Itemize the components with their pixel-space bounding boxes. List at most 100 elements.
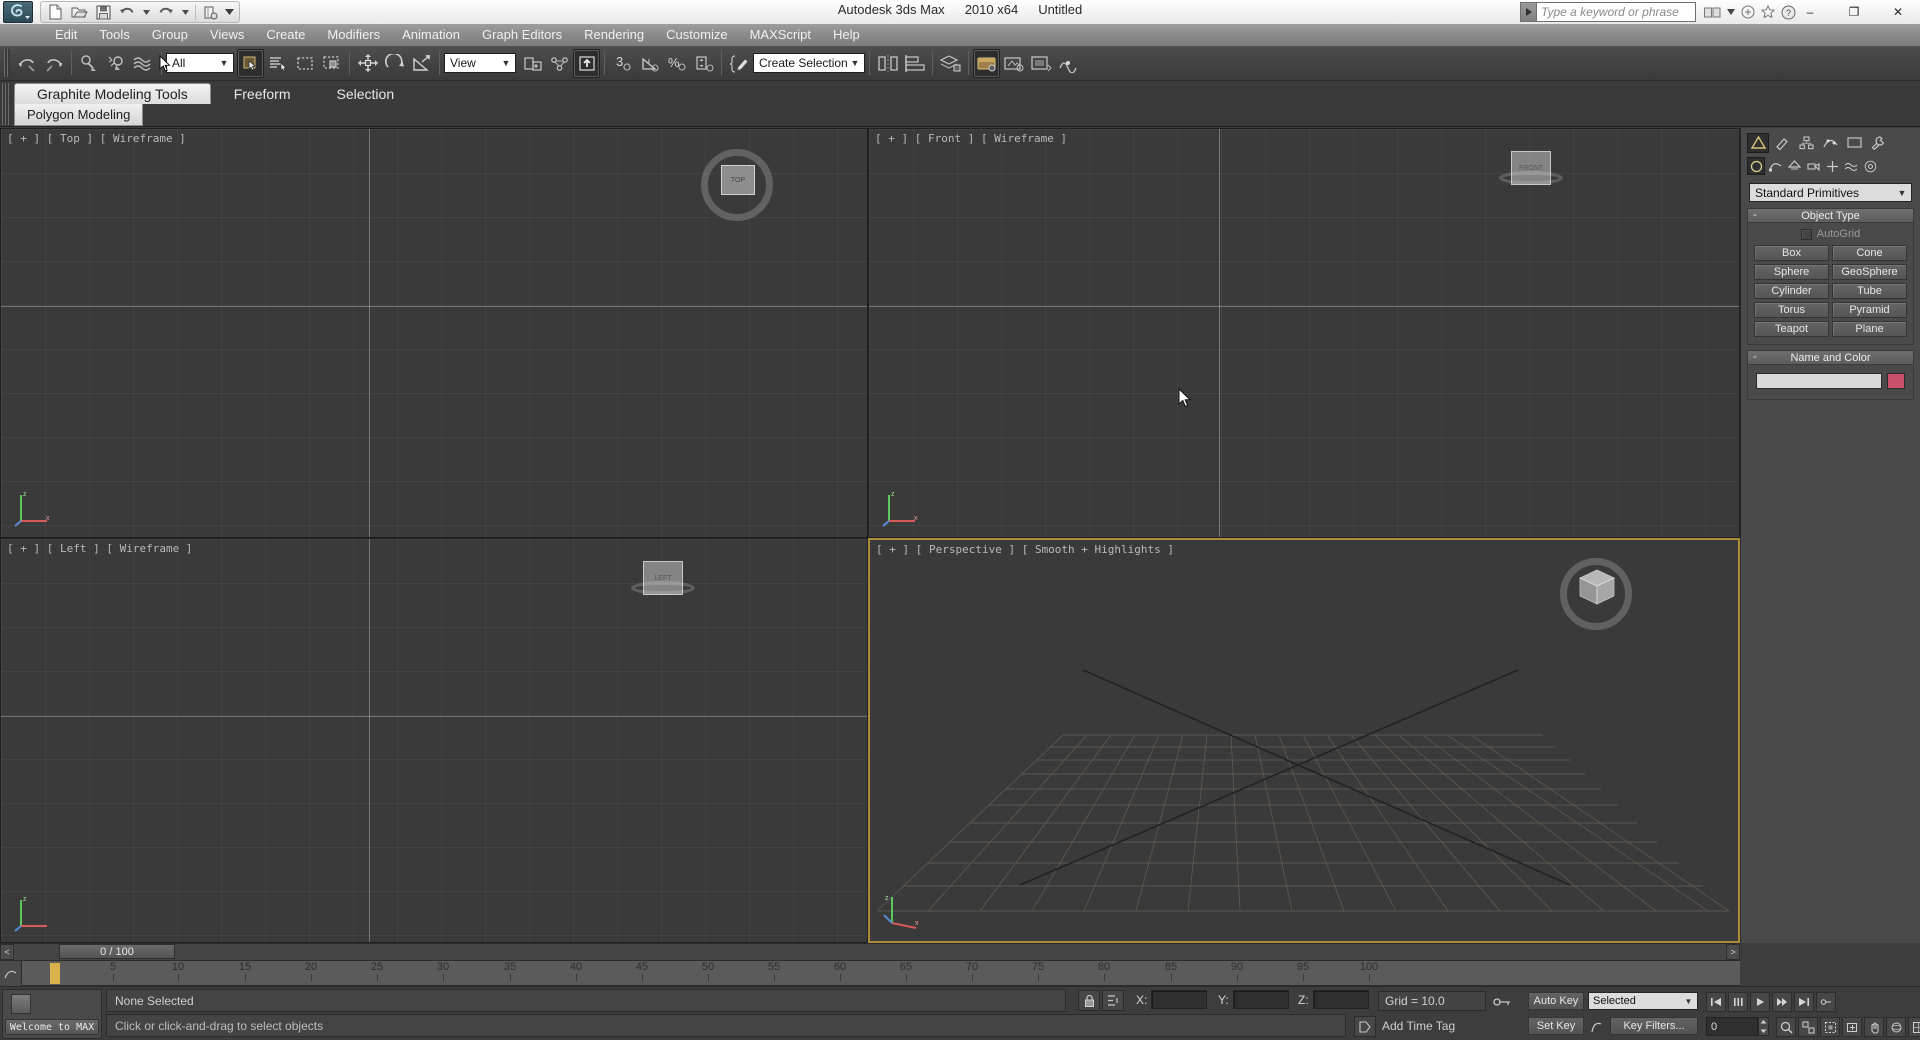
favorites-star-icon[interactable] xyxy=(1761,5,1775,19)
menu-item-edit[interactable]: Edit xyxy=(44,25,88,45)
motion-tab-icon[interactable] xyxy=(1819,133,1841,153)
add-time-tag-button[interactable] xyxy=(1354,1016,1376,1037)
set-key-button[interactable]: Set Key xyxy=(1528,1017,1584,1035)
absolute-mode-transform-type-in-button[interactable] xyxy=(1102,990,1124,1011)
rollout-collapse-icon[interactable]: - xyxy=(1753,351,1757,363)
search-expand-icon[interactable] xyxy=(1520,2,1536,22)
viewcube-front[interactable]: FRONT xyxy=(1489,151,1575,185)
subcategory-combo[interactable]: Standard Primitives ▼ xyxy=(1749,183,1912,202)
create-teapot-button[interactable]: Teapot xyxy=(1754,321,1829,337)
current-frame-spinner[interactable] xyxy=(1758,1017,1769,1036)
viewcube-left[interactable]: LEFT xyxy=(621,561,707,595)
pan-view-button[interactable] xyxy=(1864,1017,1884,1037)
zoom-region-button[interactable] xyxy=(1842,1017,1862,1037)
tab-graphite-modeling-tools[interactable]: Graphite Modeling Tools xyxy=(14,83,211,104)
menu-item-modifiers[interactable]: Modifiers xyxy=(316,25,391,45)
object-name-input[interactable] xyxy=(1756,373,1882,389)
animation-key-marker[interactable] xyxy=(50,963,60,984)
create-torus-button[interactable]: Torus xyxy=(1754,302,1829,318)
orbit-view-button[interactable] xyxy=(1886,1017,1906,1037)
modify-tab-icon[interactable] xyxy=(1771,133,1793,153)
object-color-swatch[interactable] xyxy=(1887,373,1905,389)
create-tube-button[interactable]: Tube xyxy=(1832,283,1907,299)
rollout-name-and-color-header[interactable]: - Name and Color xyxy=(1747,350,1914,365)
menu-item-customize[interactable]: Customize xyxy=(655,25,738,45)
search-dropdown-icon[interactable] xyxy=(1727,9,1735,15)
next-frame-button[interactable] xyxy=(1772,992,1792,1012)
menu-item-create[interactable]: Create xyxy=(255,25,316,45)
display-tab-icon[interactable] xyxy=(1843,133,1865,153)
layer-manager-icon[interactable] xyxy=(937,49,964,78)
systems-category-icon[interactable] xyxy=(1861,157,1879,175)
tab-freeform[interactable]: Freeform xyxy=(211,83,314,104)
play-animation-button[interactable] xyxy=(1750,992,1770,1012)
render-production-icon[interactable] xyxy=(1054,49,1081,78)
rollout-object-type-header[interactable]: - Object Type xyxy=(1747,208,1914,223)
viewcube-face-label[interactable]: TOP xyxy=(721,165,755,195)
viewcube-face-label[interactable]: LEFT xyxy=(643,561,683,595)
reference-coordinate-system-combo[interactable]: View ▼ xyxy=(444,53,516,73)
rollout-collapse-icon[interactable]: - xyxy=(1753,209,1757,221)
select-and-rotate-icon[interactable] xyxy=(381,49,408,78)
auto-key-button[interactable]: Auto Key xyxy=(1528,992,1584,1010)
zoom-all-button[interactable] xyxy=(1798,1017,1818,1037)
select-object-icon[interactable] xyxy=(237,48,264,78)
minimize-button[interactable]: – xyxy=(1788,0,1832,24)
key-mode-toggle-small-button[interactable] xyxy=(1816,992,1836,1012)
viewport-label-top[interactable]: [ + ] [ Top ] [ Wireframe ] xyxy=(7,132,186,145)
shapes-category-icon[interactable] xyxy=(1766,157,1784,175)
set-key-filters-toggle[interactable] xyxy=(1588,1017,1606,1035)
coordinate-y-input[interactable] xyxy=(1233,990,1289,1009)
named-selection-set-combo[interactable]: Create Selection Set ▼ xyxy=(753,53,865,73)
menu-item-graph-editors[interactable]: Graph Editors xyxy=(471,25,573,45)
add-time-tag-label[interactable]: Add Time Tag xyxy=(1382,1019,1455,1033)
search-input[interactable]: Type a keyword or phrase xyxy=(1536,2,1696,22)
menu-item-help[interactable]: Help xyxy=(822,25,871,45)
toolbar-gripper[interactable] xyxy=(4,49,10,77)
menu-item-group[interactable]: Group xyxy=(141,25,199,45)
edit-named-selection-sets-icon[interactable] xyxy=(726,49,753,78)
viewcube-cube-icon[interactable] xyxy=(1576,568,1618,608)
coordinate-z-input[interactable] xyxy=(1313,990,1369,1009)
rectangular-selection-region-icon[interactable] xyxy=(291,49,318,78)
current-frame-input[interactable]: 0 xyxy=(1706,1017,1758,1036)
select-and-move-icon[interactable] xyxy=(354,49,381,78)
helpers-category-icon[interactable] xyxy=(1823,157,1841,175)
welcome-screen-icon[interactable] xyxy=(11,994,31,1014)
go-to-start-button[interactable] xyxy=(1706,992,1726,1012)
viewport-label-perspective[interactable]: [ + ] [ Perspective ] [ Smooth + Highlig… xyxy=(876,543,1174,556)
maximize-viewport-toggle-button[interactable] xyxy=(1908,1017,1920,1037)
window-crossing-icon[interactable] xyxy=(318,49,345,78)
subscription-center-icon[interactable] xyxy=(1741,5,1755,19)
create-cone-button[interactable]: Cone xyxy=(1832,245,1907,261)
ribbon-gripper[interactable] xyxy=(2,83,10,125)
selection-lock-toggle-button[interactable] xyxy=(1078,990,1100,1011)
go-to-end-button[interactable] xyxy=(1794,992,1814,1012)
material-editor-icon[interactable] xyxy=(973,48,1000,78)
menu-item-rendering[interactable]: Rendering xyxy=(573,25,655,45)
lights-category-icon[interactable] xyxy=(1785,157,1803,175)
unlink-selection-icon[interactable] xyxy=(103,49,130,78)
key-mode-toggle-button[interactable] xyxy=(1490,991,1512,1012)
select-and-manipulate-icon[interactable] xyxy=(573,48,600,78)
create-geosphere-button[interactable]: GeoSphere xyxy=(1832,264,1907,280)
space-warps-category-icon[interactable] xyxy=(1842,157,1860,175)
render-setup-icon[interactable] xyxy=(1000,49,1027,78)
tab-selection[interactable]: Selection xyxy=(314,83,418,104)
coordinate-x-input[interactable] xyxy=(1151,990,1207,1009)
use-selection-center-icon[interactable] xyxy=(546,49,573,78)
create-tab-icon[interactable] xyxy=(1747,133,1769,153)
close-button[interactable]: ✕ xyxy=(1876,0,1920,24)
create-pyramid-button[interactable]: Pyramid xyxy=(1832,302,1907,318)
viewcube-top[interactable]: TOP xyxy=(701,149,773,221)
undo-scene-operation-icon[interactable] xyxy=(13,49,40,78)
bind-to-space-warp-icon[interactable] xyxy=(130,49,157,78)
autogrid-checkbox[interactable] xyxy=(1800,228,1812,240)
selection-filter-combo[interactable]: All ▼ xyxy=(166,53,234,73)
hierarchy-tab-icon[interactable] xyxy=(1795,133,1817,153)
viewcube-perspective[interactable] xyxy=(1560,558,1632,630)
track-bar[interactable]: 5 10 15 20 25 30 35 40 45 50 55 60 65 70 75 80 85 90 95 100 xyxy=(0,961,1740,986)
snaps-toggle-icon[interactable]: 3 xyxy=(609,49,636,78)
time-slider-prev-frame-button[interactable]: < xyxy=(0,944,14,960)
rendered-frame-window-icon[interactable] xyxy=(1027,49,1054,78)
